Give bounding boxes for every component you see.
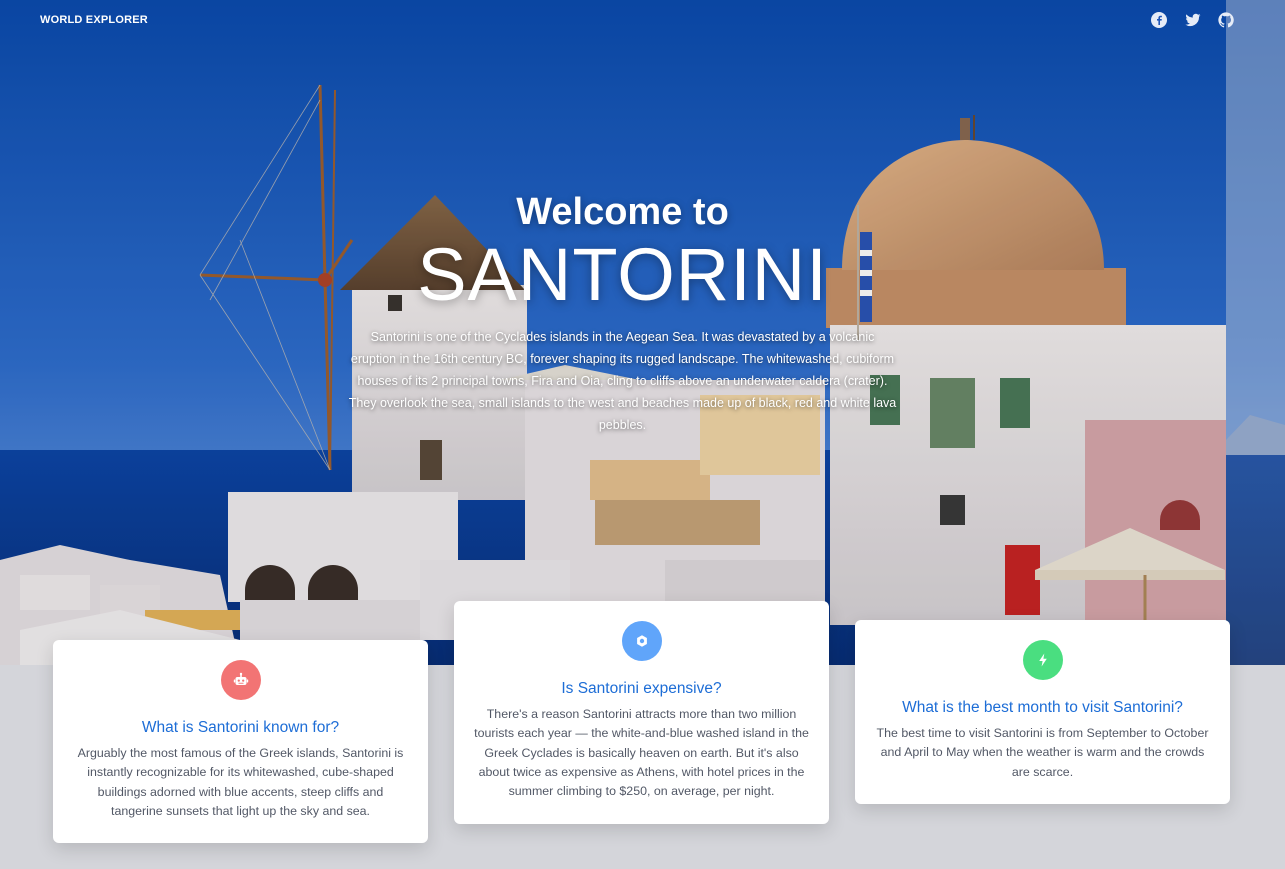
card-text: The best time to visit Santorini is from… bbox=[876, 726, 1209, 779]
info-card-expensive: Is Santorini expensive? There's a reason… bbox=[454, 601, 829, 824]
cog-icon bbox=[621, 621, 662, 661]
info-card-known-for: What is Santorini known for? Arguably th… bbox=[53, 640, 428, 843]
robot-icon bbox=[220, 660, 261, 700]
card-text: There's a reason Santorini attracts more… bbox=[474, 707, 809, 799]
top-navbar: WORLD EXPLORER bbox=[0, 0, 1285, 42]
hero-section: WORLD EXPLORER Welcome to SANTORINI Sant… bbox=[0, 0, 1285, 665]
facebook-icon[interactable] bbox=[1150, 11, 1168, 29]
lightning-icon bbox=[1022, 640, 1063, 680]
hero-place-title: SANTORINI bbox=[417, 233, 828, 316]
card-title: Is Santorini expensive? bbox=[561, 680, 722, 697]
card-text: Arguably the most famous of the Greek is… bbox=[77, 746, 404, 818]
github-icon[interactable] bbox=[1217, 11, 1235, 29]
card-title: What is Santorini known for? bbox=[141, 719, 340, 736]
hero-heading-group: Welcome to SANTORINI Santorini is one of… bbox=[340, 190, 905, 436]
info-card-best-month: What is the best month to visit Santorin… bbox=[855, 620, 1230, 804]
card-title: What is the best month to visit Santorin… bbox=[902, 699, 1183, 716]
hero-welcome-heading: Welcome to bbox=[516, 191, 729, 233]
brand-link[interactable]: WORLD EXPLORER bbox=[40, 14, 148, 26]
twitter-icon[interactable] bbox=[1184, 11, 1202, 29]
hero-description: Santorini is one of the Cyclades islands… bbox=[348, 330, 897, 432]
